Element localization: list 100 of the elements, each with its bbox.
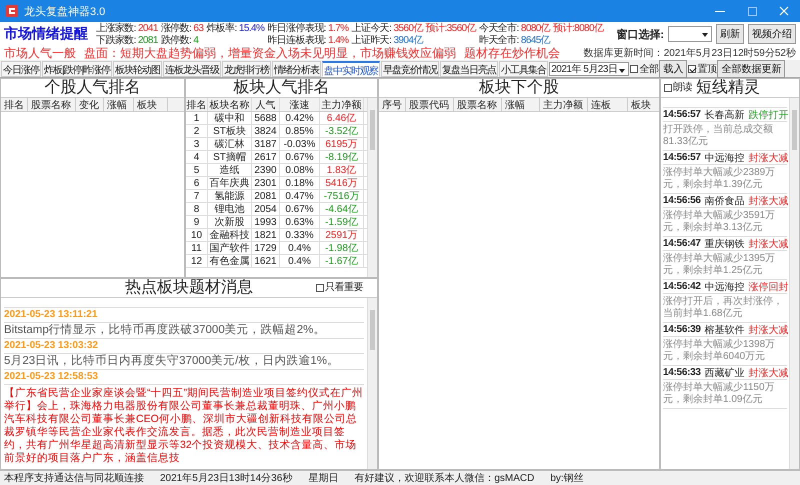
- column-header[interactable]: 板块: [134, 98, 168, 111]
- table-cell: 12: [186, 255, 208, 267]
- column-header[interactable]: 涨幅: [104, 98, 134, 111]
- read-aloud-checkbox[interactable]: 朗读: [664, 79, 692, 97]
- news-text: 【广东省民营企业家座谈会暨“十四五”期间民营制造业项目签约仪式在广州举行】会上，珠海格力电器股份有限公司董事长兼总裁董明珠、广州小鹏汽车科技有限公司董事长兼CEO何小鹏、深圳市大疆创新科技有限公司总裁罗镇华等民营企业家代表作交流发言。据悉，此次民营制造业项目签约，共有广州华星超高清新型显示等32个投资规模大、技术含量高、市场前景好的项目落户广东，涵盖信息技: [4, 386, 364, 465]
- video-intro-button[interactable]: 视频介绍: [748, 24, 796, 44]
- tab[interactable]: 情绪分析表: [272, 60, 322, 76]
- tab[interactable]: 龙虎排行榜: [222, 60, 272, 76]
- window-select-dropdown[interactable]: [668, 26, 712, 42]
- column-header[interactable]: 主力净额: [540, 98, 588, 111]
- column-header[interactable]: 股票名称: [454, 98, 502, 111]
- scrollbar[interactable]: [789, 98, 799, 469]
- table-cell: 3: [186, 138, 208, 150]
- table-cell: 0.42%: [280, 112, 320, 124]
- column-header[interactable]: 连板: [588, 98, 628, 111]
- alert-time: 14:56:57: [663, 109, 701, 120]
- alert-time: 14:56:47: [663, 238, 701, 249]
- stock-name: 长春高新: [704, 108, 745, 122]
- window-title: 龙头复盘神器3.0: [24, 4, 106, 18]
- panel-title: 短线精灵: [696, 79, 760, 97]
- scrollbar[interactable]: [367, 98, 377, 277]
- alert-time: 14:56:39: [663, 324, 701, 335]
- table-cell: 1821: [252, 229, 280, 241]
- table-cell: 0.18%: [280, 177, 320, 189]
- alert-detail: 涨停封单大幅减少3591万元，剩余封单3.13亿元: [663, 208, 787, 237]
- column-header[interactable]: 主力净额: [320, 98, 364, 111]
- scrollbar[interactable]: [367, 298, 377, 469]
- app-logo-icon: [6, 5, 18, 17]
- column-header[interactable]: 股票名称: [28, 98, 76, 111]
- market-stat: 跌停数: 4: [160, 34, 200, 46]
- table-cell: 0.67%: [280, 151, 320, 163]
- alert-event: 封涨大减: [748, 194, 789, 208]
- stock-name: 中远海控: [704, 280, 745, 294]
- status-text: 2021年5月23日13时14分36秒: [160, 472, 292, 485]
- tab[interactable]: 板块轮动图: [113, 60, 162, 76]
- table-cell: 0.08%: [280, 164, 320, 176]
- table-cell: -0.03%: [280, 138, 320, 150]
- table-cell: 造纸: [208, 164, 252, 176]
- table-cell: 碳汇林: [208, 138, 252, 150]
- column-header[interactable]: 序号: [379, 98, 406, 111]
- important-only-checkbox[interactable]: 只看重要: [316, 283, 363, 293]
- all-checkbox[interactable]: 全部: [630, 62, 658, 76]
- refresh-button[interactable]: 刷新: [716, 24, 744, 44]
- table-cell: ST摘帽: [208, 151, 252, 163]
- table-cell: 5: [186, 164, 208, 176]
- table-cell: -7516万: [320, 190, 364, 202]
- table-cell: 11: [186, 242, 208, 254]
- table-cell: ST板块: [208, 125, 252, 137]
- stock-name: 西藏矿业: [704, 366, 745, 380]
- market-stat: 昨日连板表现: 1.4%: [267, 34, 348, 46]
- column-header[interactable]: 人气: [252, 98, 280, 111]
- estimate-stat: 预计:8080亿: [553, 22, 604, 34]
- table-cell: 2301: [252, 177, 280, 189]
- alert-event: 跌停打开: [748, 108, 789, 122]
- date-picker[interactable]: 2021年 5月23日: [549, 62, 630, 76]
- table-cell: 3824: [252, 125, 280, 137]
- table-cell: 6195万: [320, 138, 364, 150]
- market-stat: 今天全市: 8080亿: [478, 22, 550, 34]
- tab[interactable]: 复盘当日亮点: [440, 60, 498, 76]
- tab[interactable]: 炸板|跌停|昨涨停: [42, 60, 112, 76]
- table-cell: -4.64亿: [320, 203, 364, 215]
- table-cell: 10: [186, 229, 208, 241]
- market-mood-title: 市场情绪提醒: [4, 25, 88, 43]
- pin-checkbox[interactable]: 置顶: [688, 62, 716, 76]
- market-stat: 炸板率: 15.4%: [206, 22, 264, 34]
- load-button[interactable]: 载入: [659, 60, 688, 78]
- table-cell: 0.4%: [280, 242, 320, 254]
- table-cell: 6: [186, 177, 208, 189]
- column-header[interactable]: 股票代码: [406, 98, 454, 111]
- status-text: 本程序支持通达信与同花顺连接: [4, 472, 144, 485]
- table-cell: 5688: [252, 112, 280, 124]
- status-text: by:钢丝: [550, 472, 584, 485]
- column-header[interactable]: 板块名称: [208, 98, 252, 111]
- column-header[interactable]: 变化: [76, 98, 104, 111]
- table-cell: 碳中和: [208, 112, 252, 124]
- alert-event: 封涨大减: [748, 152, 789, 164]
- market-stat: 上证今天: 3560亿: [351, 22, 423, 34]
- alert-detail: 涨停封单大幅减少1395万元，剩余封单1.25亿元: [663, 251, 787, 280]
- column-header[interactable]: 涨速: [280, 98, 320, 111]
- news-text: Bitstamp行情显示，比特币再度跌破37000美元，跌幅超2%。: [4, 323, 364, 339]
- tab[interactable]: 小工具集合: [499, 60, 548, 76]
- alert-detail: 涨停封单大幅减少2389万元，剩余封单1.39亿元: [663, 165, 787, 194]
- tab[interactable]: 盘中实时观察: [322, 60, 380, 76]
- table-cell: 0.85%: [280, 125, 320, 137]
- column-header[interactable]: 排名: [186, 98, 208, 111]
- tab[interactable]: 今日涨停: [1, 60, 41, 76]
- column-header[interactable]: 涨幅: [502, 98, 540, 111]
- tab[interactable]: 早盘竞价情况: [381, 60, 440, 76]
- update-all-button[interactable]: 全部数据更新: [717, 60, 786, 78]
- column-header[interactable]: 排名: [1, 98, 28, 111]
- tab[interactable]: 连板龙头晋级: [163, 60, 222, 76]
- alert-event: 涨停回封: [748, 280, 789, 294]
- stock-name: 中远海控: [704, 152, 745, 164]
- table-cell: 0.63%: [280, 216, 320, 228]
- alert-detail: 涨停封单大幅减少1398万元，剩余封单6040万元: [663, 337, 787, 366]
- table-cell: 2: [186, 125, 208, 137]
- window-select-label: 窗口选择:: [616, 28, 664, 42]
- table-cell: 次新股: [208, 216, 252, 228]
- news-time: 2021-05-23 13:11:21: [4, 308, 364, 323]
- table-cell: 7: [186, 190, 208, 202]
